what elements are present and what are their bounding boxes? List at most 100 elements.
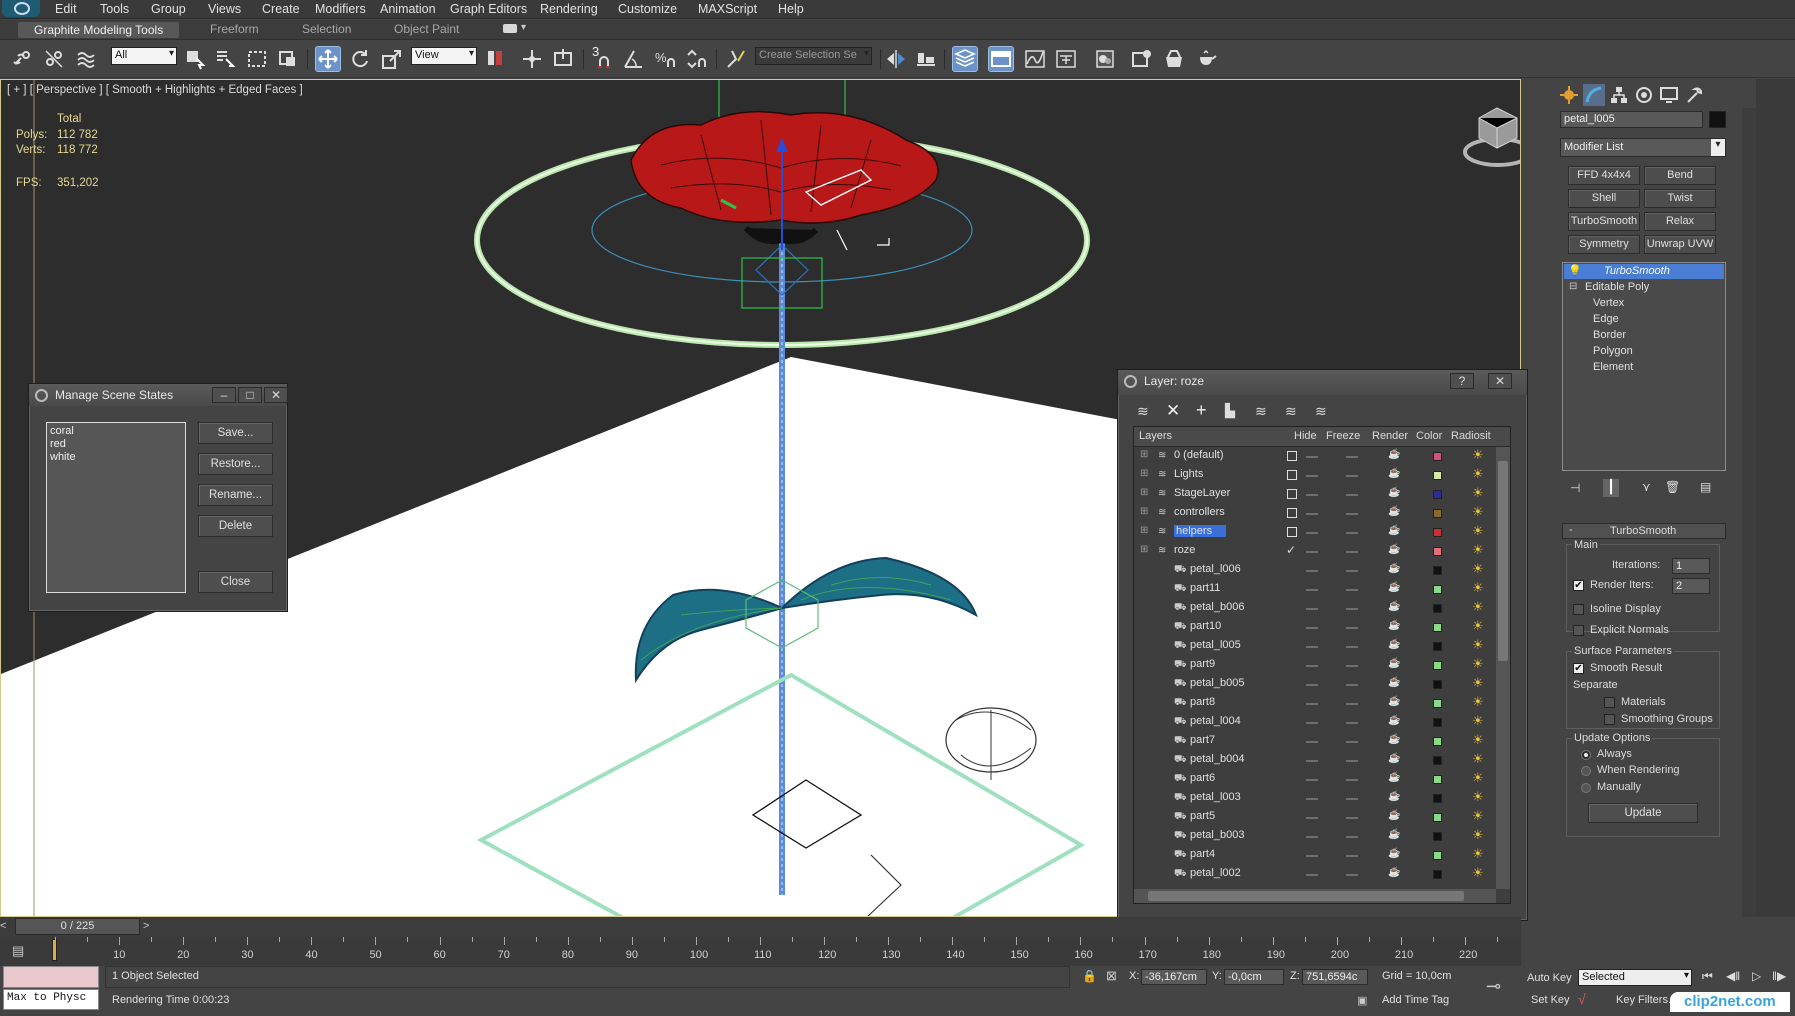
layer-name[interactable]: petal_l002 [1190,867,1241,879]
render-teapot-icon[interactable]: ☕ [1388,620,1400,631]
render-teapot-icon[interactable]: ☕ [1388,582,1400,593]
hide-toggle[interactable] [1306,665,1318,667]
render-teapot-icon[interactable]: ☕ [1388,525,1400,536]
freeze-toggle[interactable] [1346,608,1358,610]
layer-row[interactable]: ⊞ ≋ 0 (default) ☕ ☀ [1134,447,1494,466]
set-key-icon[interactable]: √ [1578,991,1586,1007]
tab-graphite-modeling-tools[interactable]: Graphite Modeling Tools [18,22,180,38]
stack-item-edge[interactable]: Edge [1593,313,1619,325]
hierarchy-tab-icon[interactable] [1608,84,1630,106]
freeze-toggle[interactable] [1346,570,1358,572]
go-to-start-icon[interactable]: ⏮ [1702,969,1713,984]
render-teapot-icon[interactable]: ☕ [1388,810,1400,821]
close-icon[interactable]: ✕ [1488,373,1512,389]
render-teapot-icon[interactable]: ☕ [1388,658,1400,669]
vertical-scrollbar[interactable] [1496,447,1510,889]
freeze-toggle[interactable] [1346,456,1358,458]
key-icon[interactable]: ⊸ [1486,976,1501,997]
hide-toggle[interactable] [1306,570,1318,572]
layer-name[interactable]: petal_l005 [1190,639,1241,651]
auto-key-button[interactable]: Auto Key [1527,972,1572,984]
radiosity-icon[interactable]: ☀ [1472,599,1484,615]
col-freeze[interactable]: Freeze [1326,430,1360,442]
stack-item-element[interactable]: Element [1593,361,1633,373]
hide-toggle[interactable] [1306,627,1318,629]
layer-row[interactable]: ⛟ part7 ☕ ☀ [1134,732,1494,751]
track-bar[interactable]: ▤ 10 20 30 40 50 60 70 80 90 100 110 120 130 140 150 16… [0,937,1521,966]
layer-name[interactable]: part10 [1190,620,1221,632]
freeze-toggle[interactable] [1346,722,1358,724]
current-layer-check-icon[interactable]: ✓ [1286,543,1296,557]
tab-object-paint[interactable]: Object Paint [394,22,459,38]
menu-animation[interactable]: Animation [380,2,436,16]
hide-toggle[interactable] [1306,589,1318,591]
freeze-toggle[interactable] [1346,494,1358,496]
render-teapot-icon[interactable]: ☕ [1388,715,1400,726]
freeze-toggle[interactable] [1346,817,1358,819]
unlink-icon[interactable] [42,47,66,71]
materials-checkbox[interactable] [1604,697,1615,708]
hide-toggle[interactable] [1306,456,1318,458]
save-button[interactable]: Save... [198,422,273,444]
rendered-frame-icon[interactable] [1162,47,1186,71]
menu-views[interactable]: Views [208,2,241,16]
radiosity-icon[interactable]: ☀ [1472,504,1484,520]
render-iters-checkbox[interactable]: ✔ [1573,580,1584,591]
radiosity-icon[interactable]: ☀ [1472,523,1484,539]
radiosity-icon[interactable]: ☀ [1472,808,1484,824]
stack-item-editable-poly[interactable]: Editable Poly [1585,281,1649,293]
layer-name[interactable]: Lights [1174,468,1203,480]
freeze-toggle[interactable] [1346,798,1358,800]
layer-name[interactable]: part4 [1190,848,1215,860]
render-setup-icon[interactable] [1130,47,1154,71]
prev-frame-icon[interactable]: < [0,920,14,934]
hide-toggle[interactable] [1306,608,1318,610]
set-current-layer-box[interactable] [1287,489,1297,499]
radiosity-icon[interactable]: ☀ [1472,751,1484,767]
smoothing-groups-checkbox[interactable] [1604,714,1615,725]
render-teapot-icon[interactable]: ☕ [1388,506,1400,517]
col-hide[interactable]: Hide [1294,430,1317,442]
layer-color-swatch[interactable] [1433,623,1442,632]
tab-freeform[interactable]: Freeform [210,22,259,38]
always-radio[interactable] [1581,750,1591,760]
dialog-titlebar[interactable]: Manage Scene States – □ ✕ [29,384,288,406]
layer-color-swatch[interactable] [1433,585,1442,594]
iterations-spinner[interactable]: 1 [1672,558,1710,574]
layer-color-swatch[interactable] [1433,832,1442,841]
hide-toggle[interactable] [1306,760,1318,762]
radiosity-icon[interactable]: ☀ [1472,770,1484,786]
layer-color-swatch[interactable] [1433,471,1442,480]
radiosity-icon[interactable]: ☀ [1472,485,1484,501]
angle-snap-icon[interactable] [622,47,646,71]
expand-icon[interactable]: ⊞ [1140,506,1148,517]
frame-counter[interactable]: 0 / 225 [15,918,140,935]
hide-toggle[interactable] [1306,855,1318,857]
twist-button[interactable]: Twist [1644,189,1716,208]
radiosity-icon[interactable]: ☀ [1472,466,1484,482]
modifier-list-dropdown[interactable]: Modifier List ▾ [1560,138,1726,157]
shell-button[interactable]: Shell [1568,189,1640,208]
key-mode-dropdown[interactable]: Selected ▾ [1578,969,1692,986]
render-icon[interactable] [1195,47,1219,71]
pin-stack-icon[interactable]: ⊣ [1570,481,1580,495]
scale-icon[interactable] [380,47,404,71]
freeze-toggle[interactable] [1346,760,1358,762]
utilities-tab-icon[interactable] [1683,84,1705,106]
select-object-icon[interactable] [183,47,207,71]
relax-button[interactable]: Relax [1644,212,1716,231]
layer-name[interactable]: part6 [1190,772,1215,784]
set-key-button[interactable]: Set Key [1531,994,1570,1006]
select-in-layer-icon[interactable]: ▙ [1225,403,1235,419]
viewport-label[interactable]: [ + ] [ Perspective ] [ Smooth + Highlig… [7,84,303,96]
create-tab-icon[interactable] [1558,84,1580,106]
keyboard-shortcut-icon[interactable] [551,47,575,71]
layer-color-swatch[interactable] [1433,509,1442,518]
collapse-icon[interactable]: ⊟ [1569,281,1577,292]
ffd-button[interactable]: FFD 4x4x4 [1568,166,1640,185]
freeze-toggle[interactable] [1346,475,1358,477]
freeze-toggle[interactable] [1346,684,1358,686]
set-current-layer-box[interactable] [1287,451,1297,461]
render-teapot-icon[interactable]: ☕ [1388,848,1400,859]
hide-toggle[interactable] [1306,475,1318,477]
